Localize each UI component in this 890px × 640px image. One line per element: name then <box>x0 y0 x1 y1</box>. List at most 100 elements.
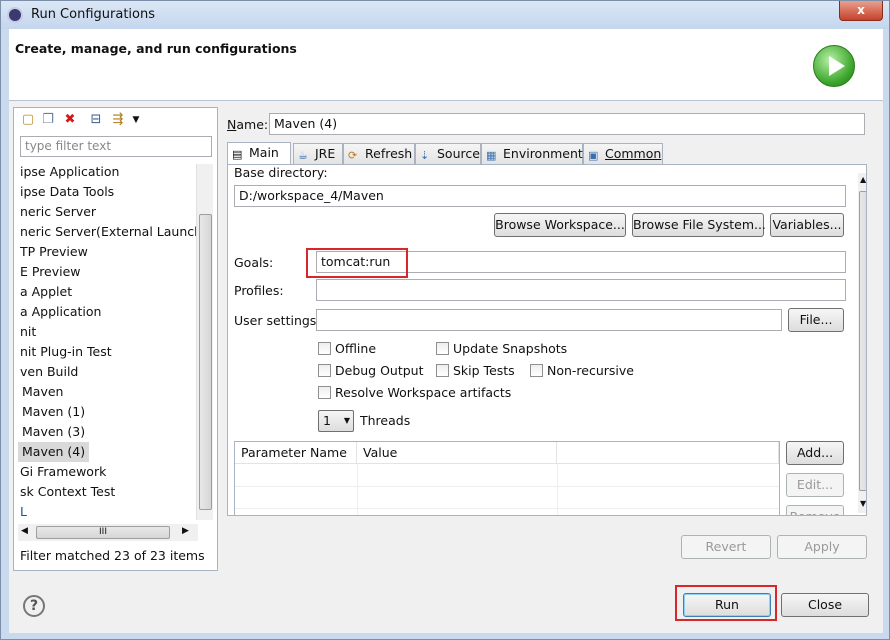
debug-output-box[interactable] <box>318 364 331 377</box>
filter-input[interactable]: type filter text <box>20 136 212 157</box>
non-recursive-checkbox[interactable]: Non-recursive <box>530 363 634 378</box>
resolve-workspace-label: Resolve Workspace artifacts <box>335 385 512 400</box>
threads-select[interactable]: 1 ▼ <box>318 410 354 432</box>
name-label-rest: ame: <box>236 117 269 132</box>
tree-item[interactable]: ven Build <box>18 362 196 382</box>
tree-item[interactable]: Maven (1) <box>18 402 196 422</box>
run-configurations-window: Run Configurations x Create, manage, and… <box>0 0 890 640</box>
dialog-header: Create, manage, and run configurations <box>9 29 883 101</box>
edit-button[interactable]: Edit... <box>786 473 844 497</box>
update-snapshots-checkbox[interactable]: Update Snapshots <box>436 341 567 356</box>
offline-box[interactable] <box>318 342 331 355</box>
param-value-header[interactable]: Value <box>357 442 557 464</box>
tree-horizontal-scrollbar[interactable]: ◀ III ▶ <box>18 524 198 541</box>
tabpane-scroll-thumb[interactable] <box>859 191 866 491</box>
variables-button[interactable]: Variables... <box>770 213 844 237</box>
tree-item[interactable]: a Application <box>18 302 196 322</box>
debug-output-checkbox[interactable]: Debug Output <box>318 363 424 378</box>
user-settings-input[interactable] <box>316 309 782 331</box>
column-divider <box>557 464 558 515</box>
close-button[interactable]: Close <box>781 593 869 617</box>
tab-common-label: Common <box>605 146 662 161</box>
revert-button[interactable]: Revert <box>681 535 771 559</box>
main-tab-icon: ▤ <box>232 148 243 161</box>
environment-icon: ▦ <box>486 149 497 162</box>
update-snapshots-box[interactable] <box>436 342 449 355</box>
threads-value: 1 <box>323 413 331 428</box>
tabpane-vertical-scrollbar[interactable]: ▲ ▼ <box>858 173 866 513</box>
offline-checkbox[interactable]: Offline <box>318 341 376 356</box>
tree-item[interactable]: neric Server(External Launch) <box>18 222 196 242</box>
tree-item-selected[interactable]: Maven (4) <box>18 442 90 462</box>
help-icon[interactable]: ? <box>23 595 45 617</box>
tree-item[interactable]: nit <box>18 322 196 342</box>
tab-environment-label: Environment <box>503 146 583 161</box>
tree-item[interactable]: neric Server <box>18 202 196 222</box>
tab-common[interactable]: ▣ Common <box>583 143 663 165</box>
tree-item[interactable]: sk Context Test <box>18 482 196 502</box>
tree-item[interactable]: Gi Framework <box>18 462 196 482</box>
filter-icon[interactable]: ⇶ <box>110 112 126 128</box>
base-directory-input[interactable]: D:/workspace_4/Maven <box>234 185 846 207</box>
configurations-panel: ▢ ❐ ✖ ⊟ ⇶ ▼ type filter text ipse Applic… <box>13 107 218 571</box>
skip-tests-box[interactable] <box>436 364 449 377</box>
tree-scroll-thumb[interactable] <box>199 214 212 510</box>
file-button[interactable]: File... <box>788 308 844 332</box>
resolve-workspace-box[interactable] <box>318 386 331 399</box>
tree-item[interactable]: a Applet <box>18 282 196 302</box>
tree-item[interactable]: TP Preview <box>18 242 196 262</box>
tree-hscroll-thumb[interactable]: III <box>36 526 170 539</box>
skip-tests-checkbox[interactable]: Skip Tests <box>436 363 515 378</box>
eclipse-icon <box>7 7 23 23</box>
collapse-all-icon[interactable]: ⊟ <box>88 112 104 128</box>
dialog-body: ▢ ❐ ✖ ⊟ ⇶ ▼ type filter text ipse Applic… <box>9 101 883 575</box>
new-config-icon[interactable]: ▢ <box>20 112 36 128</box>
browse-filesystem-button[interactable]: Browse File System... <box>632 213 766 237</box>
param-name-header[interactable]: Parameter Name <box>235 442 357 464</box>
tab-main[interactable]: ▤ Main <box>227 142 291 166</box>
table-row[interactable] <box>235 486 779 487</box>
tab-source[interactable]: ⇣ Source <box>415 143 481 165</box>
skip-tests-label: Skip Tests <box>453 363 515 378</box>
configurations-tree[interactable]: ipse Application ipse Data Tools neric S… <box>18 162 196 520</box>
scroll-down-icon[interactable]: ▼ <box>860 499 866 508</box>
window-close-button[interactable]: x <box>839 1 883 21</box>
tree-item[interactable]: nit Plug-in Test <box>18 342 196 362</box>
param-empty-header <box>557 442 779 464</box>
update-snapshots-label: Update Snapshots <box>453 341 568 356</box>
profiles-label: Profiles: <box>234 283 284 298</box>
apply-button[interactable]: Apply <box>777 535 867 559</box>
remove-button[interactable]: Remove <box>786 505 844 515</box>
browse-workspace-button[interactable]: Browse Workspace... <box>494 213 626 237</box>
resolve-workspace-checkbox[interactable]: Resolve Workspace artifacts <box>318 385 511 400</box>
name-label: Name: <box>227 117 269 132</box>
tree-item[interactable]: ipse Application <box>18 162 196 182</box>
chevron-down-icon: ▼ <box>343 416 350 425</box>
tree-item[interactable]: E Preview <box>18 262 196 282</box>
scroll-right-icon[interactable]: ▶ <box>182 526 189 536</box>
column-divider <box>357 464 358 515</box>
parameters-table[interactable]: Parameter Name Value <box>234 441 780 515</box>
config-tabs: ▤ Main ☕ JRE ⟳ Refresh ⇣ Source ▦ Environment… <box>227 142 867 166</box>
tree-item[interactable]: Maven (3) <box>18 422 196 442</box>
scroll-up-icon[interactable]: ▲ <box>860 175 866 184</box>
tab-environment[interactable]: ▦ Environment <box>481 143 583 165</box>
profiles-input[interactable] <box>316 279 846 301</box>
name-input[interactable]: Maven (4) <box>269 113 865 135</box>
tree-vertical-scrollbar[interactable] <box>196 164 213 520</box>
tree-item[interactable]: Maven <box>18 382 196 402</box>
add-button[interactable]: Add... <box>786 441 844 465</box>
non-recursive-box[interactable] <box>530 364 543 377</box>
tree-item[interactable]: L <box>18 502 196 520</box>
delete-icon[interactable]: ✖ <box>62 112 78 128</box>
tree-item[interactable]: ipse Data Tools <box>18 182 196 202</box>
configuration-editor: Name: Maven (4) ▤ Main ☕ JRE ⟳ Refresh ⇣ Sou… <box>223 107 879 571</box>
tab-refresh[interactable]: ⟳ Refresh <box>343 143 415 165</box>
title-bar[interactable]: Run Configurations x <box>1 1 889 29</box>
dropdown-icon[interactable]: ▼ <box>128 112 144 128</box>
duplicate-icon[interactable]: ❐ <box>40 112 56 128</box>
table-row[interactable] <box>235 508 779 509</box>
threads-label: Threads <box>360 413 411 428</box>
tab-jre[interactable]: ☕ JRE <box>293 143 343 165</box>
scroll-left-icon[interactable]: ◀ <box>21 526 28 536</box>
